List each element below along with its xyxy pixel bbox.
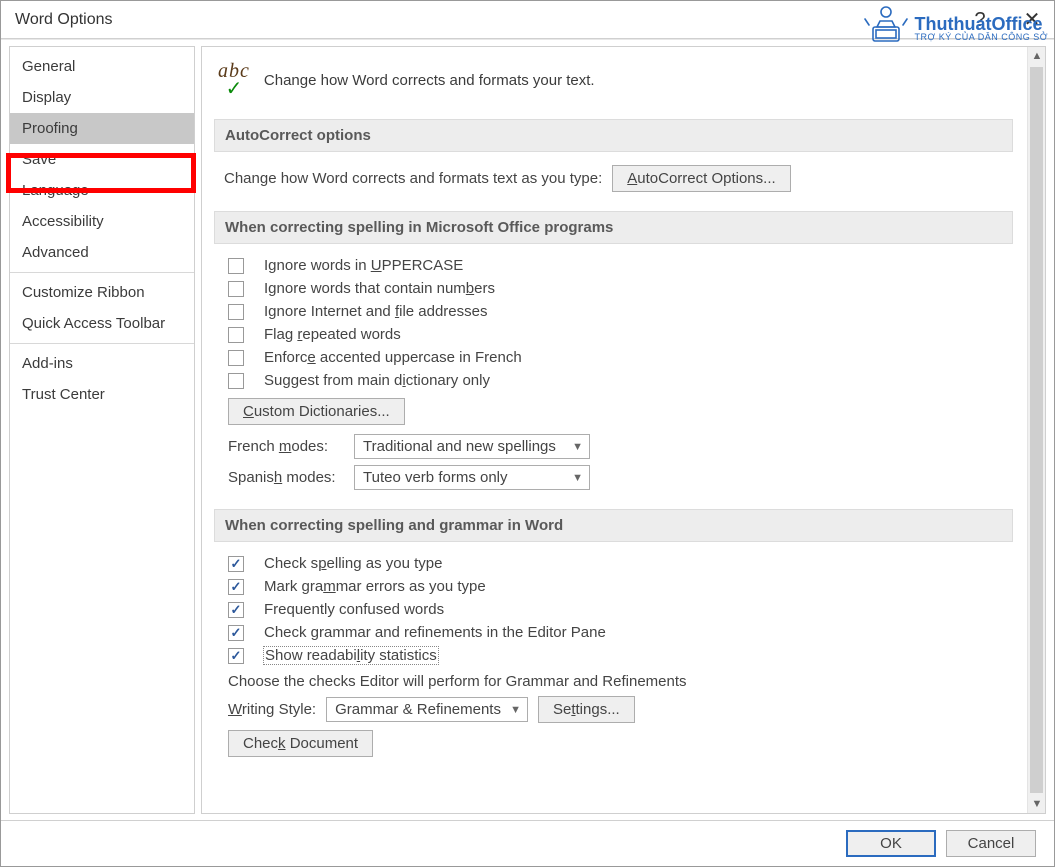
sidebar-item-customize-ribbon[interactable]: Customize Ribbon bbox=[10, 277, 194, 308]
chk-readability[interactable] bbox=[228, 648, 244, 664]
vertical-scrollbar[interactable]: ▲ ▼ bbox=[1027, 47, 1045, 813]
lbl-repeated-words: Flag repeated words bbox=[264, 326, 401, 343]
lbl-grammar-editor: Check grammar and refinements in the Edi… bbox=[264, 624, 606, 641]
main-panel-wrap: abc ✓ Change how Word corrects and forma… bbox=[201, 46, 1046, 814]
sidebar-item-add-ins[interactable]: Add-ins bbox=[10, 348, 194, 379]
check-document-button[interactable]: Check Document bbox=[228, 730, 373, 757]
word-options-dialog: Word Options ? ✕ ThuthuatOffice TRỢ KÝ C… bbox=[0, 0, 1055, 867]
section-autocorrect-title: AutoCorrect options bbox=[214, 119, 1013, 152]
chk-french-accent[interactable] bbox=[228, 350, 244, 366]
sidebar-item-trust-center[interactable]: Trust Center bbox=[10, 379, 194, 410]
scroll-down-arrow-icon[interactable]: ▼ bbox=[1028, 795, 1046, 813]
lbl-ignore-numbers: Ignore words that contain numbers bbox=[264, 280, 495, 297]
main-panel: abc ✓ Change how Word corrects and forma… bbox=[202, 47, 1027, 813]
sidebar-item-save[interactable]: Save bbox=[10, 144, 194, 175]
sidebar-item-advanced[interactable]: Advanced bbox=[10, 237, 194, 268]
french-modes-label: French modes: bbox=[228, 438, 344, 455]
sidebar-item-quick-access-toolbar[interactable]: Quick Access Toolbar bbox=[10, 308, 194, 339]
writing-style-label: Writing Style: bbox=[228, 701, 316, 718]
chk-spelling-as-type[interactable] bbox=[228, 556, 244, 572]
cancel-button[interactable]: Cancel bbox=[946, 830, 1036, 857]
lbl-grammar-as-type: Mark grammar errors as you type bbox=[264, 578, 486, 595]
lbl-french-accent: Enforce accented uppercase in French bbox=[264, 349, 522, 366]
ok-button[interactable]: OK bbox=[846, 830, 936, 857]
chk-main-dict[interactable] bbox=[228, 373, 244, 389]
chevron-down-icon: ▼ bbox=[510, 704, 521, 716]
chevron-down-icon: ▼ bbox=[572, 472, 583, 484]
custom-dictionaries-button[interactable]: Custom Dictionaries... bbox=[228, 398, 405, 425]
sidebar-separator bbox=[10, 343, 194, 344]
chk-ignore-internet[interactable] bbox=[228, 304, 244, 320]
chk-repeated-words[interactable] bbox=[228, 327, 244, 343]
french-modes-select[interactable]: Traditional and new spellings ▼ bbox=[354, 434, 590, 459]
lbl-ignore-internet: Ignore Internet and file addresses bbox=[264, 303, 488, 320]
lbl-main-dict: Suggest from main dictionary only bbox=[264, 372, 490, 389]
french-modes-value: Traditional and new spellings bbox=[363, 438, 556, 455]
sidebar-item-display[interactable]: Display bbox=[10, 82, 194, 113]
chk-ignore-numbers[interactable] bbox=[228, 281, 244, 297]
page-header-text: Change how Word corrects and formats you… bbox=[264, 72, 595, 89]
writing-style-select[interactable]: Grammar & Refinements ▼ bbox=[326, 697, 528, 722]
settings-button[interactable]: Settings... bbox=[538, 696, 635, 723]
spanish-modes-value: Tuteo verb forms only bbox=[363, 469, 508, 486]
scrollbar-thumb[interactable] bbox=[1030, 67, 1043, 793]
lbl-spelling-as-type: Check spelling as you type bbox=[264, 555, 442, 572]
chk-grammar-as-type[interactable] bbox=[228, 579, 244, 595]
autocorrect-options-button[interactable]: AutoCorrect Options... bbox=[612, 165, 790, 192]
scroll-up-arrow-icon[interactable]: ▲ bbox=[1028, 47, 1046, 65]
lbl-confused-words: Frequently confused words bbox=[264, 601, 444, 618]
spanish-modes-select[interactable]: Tuteo verb forms only ▼ bbox=[354, 465, 590, 490]
help-icon[interactable]: ? bbox=[958, 1, 1002, 39]
proofing-icon: abc ✓ bbox=[218, 61, 250, 99]
dialog-title: Word Options bbox=[15, 11, 113, 28]
editor-checks-desc: Choose the checks Editor will perform fo… bbox=[228, 673, 687, 690]
close-icon[interactable]: ✕ bbox=[1010, 1, 1054, 39]
chevron-down-icon: ▼ bbox=[572, 441, 583, 453]
chk-confused-words[interactable] bbox=[228, 602, 244, 618]
sidebar-item-accessibility[interactable]: Accessibility bbox=[10, 206, 194, 237]
chk-grammar-editor[interactable] bbox=[228, 625, 244, 641]
lbl-ignore-uppercase: Ignore words in UPPERCASE bbox=[264, 257, 463, 274]
section-word-title: When correcting spelling and grammar in … bbox=[214, 509, 1013, 542]
page-header: abc ✓ Change how Word corrects and forma… bbox=[214, 47, 1013, 117]
dialog-footer: OK Cancel bbox=[1, 820, 1054, 866]
sidebar-item-general[interactable]: General bbox=[10, 51, 194, 82]
section-office-title: When correcting spelling in Microsoft Of… bbox=[214, 211, 1013, 244]
category-sidebar: General Display Proofing Save Language A… bbox=[9, 46, 195, 814]
chk-ignore-uppercase[interactable] bbox=[228, 258, 244, 274]
sidebar-item-language[interactable]: Language bbox=[10, 175, 194, 206]
sidebar-separator bbox=[10, 272, 194, 273]
titlebar: Word Options ? ✕ bbox=[1, 1, 1054, 39]
spanish-modes-label: Spanish modes: bbox=[228, 469, 344, 486]
lbl-readability: Show readability statistics bbox=[264, 647, 438, 664]
writing-style-value: Grammar & Refinements bbox=[335, 701, 501, 718]
sidebar-item-proofing[interactable]: Proofing bbox=[10, 113, 194, 144]
autocorrect-desc: Change how Word corrects and formats tex… bbox=[224, 170, 602, 187]
